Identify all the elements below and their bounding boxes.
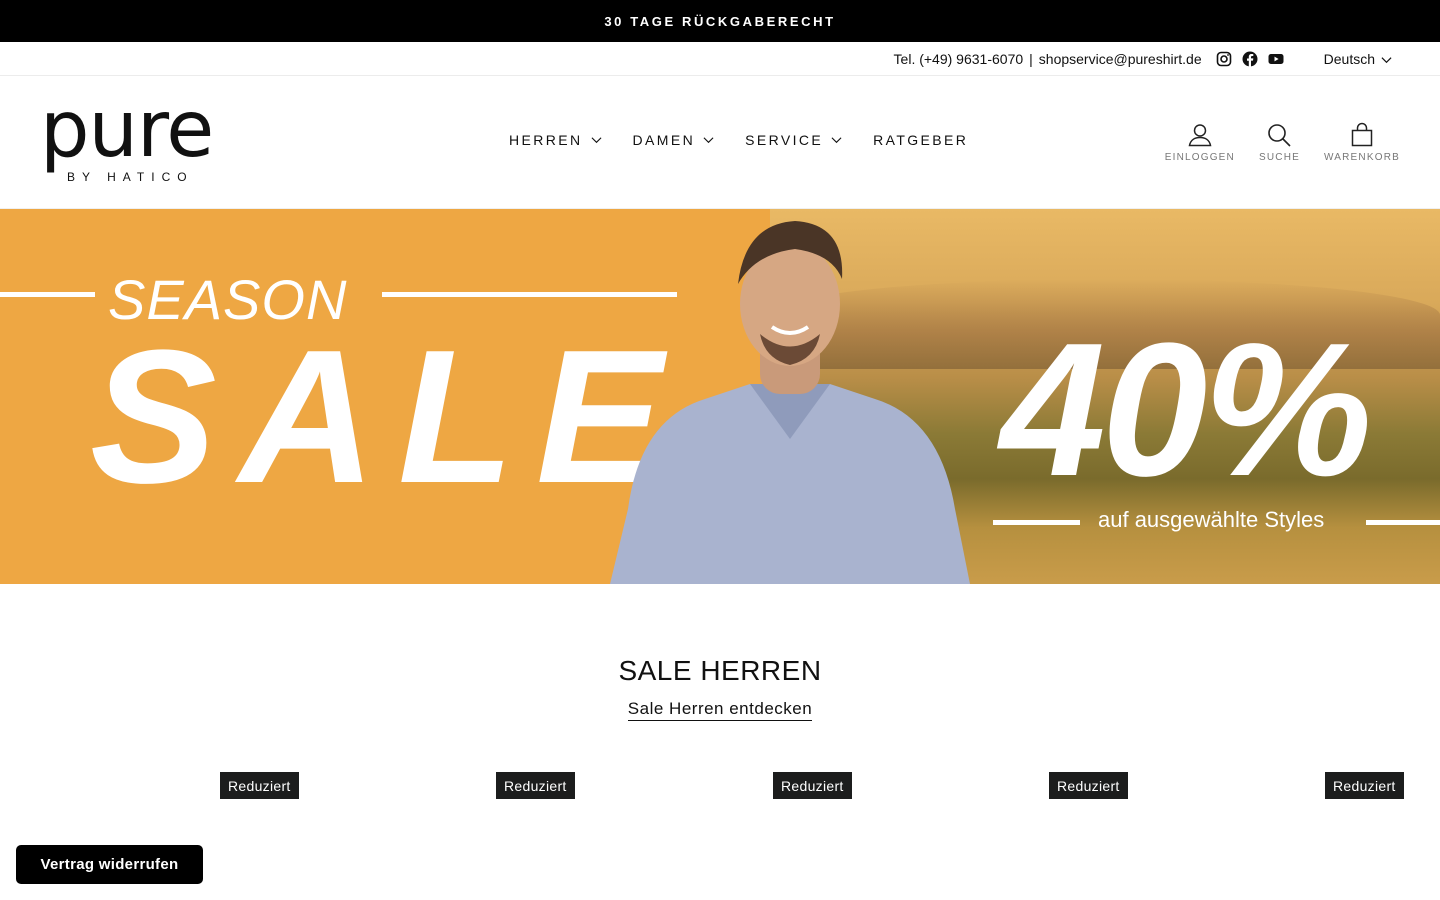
nav-item-label: HERREN	[509, 132, 583, 148]
language-selector[interactable]: Deutsch	[1324, 51, 1392, 67]
revoke-contract-button[interactable]: Vertrag widerrufen	[16, 845, 203, 884]
logo-wordmark: pure	[40, 85, 214, 175]
hero-sale-text: SALE	[90, 311, 685, 523]
hero-line-right-b	[1366, 520, 1440, 525]
chevron-down-icon	[591, 136, 603, 144]
section-title: SALE HERREN	[618, 655, 822, 686]
utility-bar: Tel. (+49) 9631-6070 | shopservice@pures…	[0, 42, 1440, 76]
cart-label: WARENKORB	[1324, 152, 1400, 163]
product-badge: Reduziert	[496, 772, 575, 799]
nav-item-ratgeber[interactable]: RATGEBER	[873, 132, 968, 148]
nav-item-label: DAMEN	[632, 132, 696, 148]
sale-section: SALE HERREN Sale Herren entdecken	[0, 655, 1440, 721]
user-icon	[1187, 122, 1213, 148]
nav-item-herren[interactable]: HERREN	[509, 132, 603, 148]
chevron-down-icon	[831, 136, 843, 144]
nav-item-damen[interactable]: DAMEN	[633, 132, 716, 148]
chevron-down-icon	[703, 136, 715, 144]
login-label: EINLOGGEN	[1164, 152, 1235, 163]
cart-button[interactable]: WARENKORB	[1324, 122, 1400, 163]
hero-line-right-a	[993, 520, 1080, 525]
header-actions: EINLOGGEN SUCHE WARENKORB	[1165, 122, 1400, 163]
facebook-icon[interactable]	[1242, 51, 1258, 67]
chevron-down-icon	[1381, 51, 1392, 67]
contact-separator: |	[1029, 50, 1033, 67]
nav-item-label: SERVICE	[745, 132, 824, 148]
site-header: pure BY HATICO HERREN DAMEN SERVICE RATG…	[0, 76, 1440, 209]
contact-info: Tel. (+49) 9631-6070 | shopservice@pures…	[894, 51, 1202, 67]
search-button[interactable]: SUCHE	[1259, 122, 1300, 163]
main-navigation: HERREN DAMEN SERVICE RATGEBER	[509, 132, 968, 148]
social-links	[1216, 51, 1284, 67]
instagram-icon[interactable]	[1216, 51, 1232, 67]
youtube-icon[interactable]	[1268, 51, 1284, 67]
section-link[interactable]: Sale Herren entdecken	[627, 699, 813, 721]
announcement-text: 30 TAGE RÜCKGABERECHT	[604, 13, 836, 29]
nav-item-service[interactable]: SERVICE	[745, 132, 843, 148]
nav-item-label: RATGEBER	[873, 132, 969, 148]
search-label: SUCHE	[1258, 152, 1300, 163]
product-badge: Reduziert	[1049, 772, 1128, 799]
hero-percent-text: 40%	[1000, 304, 1372, 516]
hero-model-figure	[610, 221, 970, 584]
hero-banner[interactable]: SEASON SALE 40% auf ausgewählte Styles	[0, 209, 1440, 584]
search-icon	[1266, 122, 1292, 148]
email-link[interactable]: shopservice@pureshirt.de	[1039, 51, 1202, 67]
hero-line-left	[0, 292, 95, 297]
brand-logo[interactable]: pure BY HATICO	[40, 85, 230, 184]
bag-icon	[1349, 122, 1375, 148]
language-label: Deutsch	[1323, 50, 1375, 67]
product-badge: Reduziert	[1325, 772, 1404, 799]
announcement-bar: 30 TAGE RÜCKGABERECHT	[0, 0, 1440, 42]
hero-subline: auf ausgewählte Styles	[1098, 507, 1325, 532]
login-button[interactable]: EINLOGGEN	[1165, 122, 1235, 163]
product-badge: Reduziert	[220, 772, 299, 799]
phone-number[interactable]: Tel. (+49) 9631-6070	[894, 51, 1024, 67]
product-badge: Reduziert	[773, 772, 852, 799]
